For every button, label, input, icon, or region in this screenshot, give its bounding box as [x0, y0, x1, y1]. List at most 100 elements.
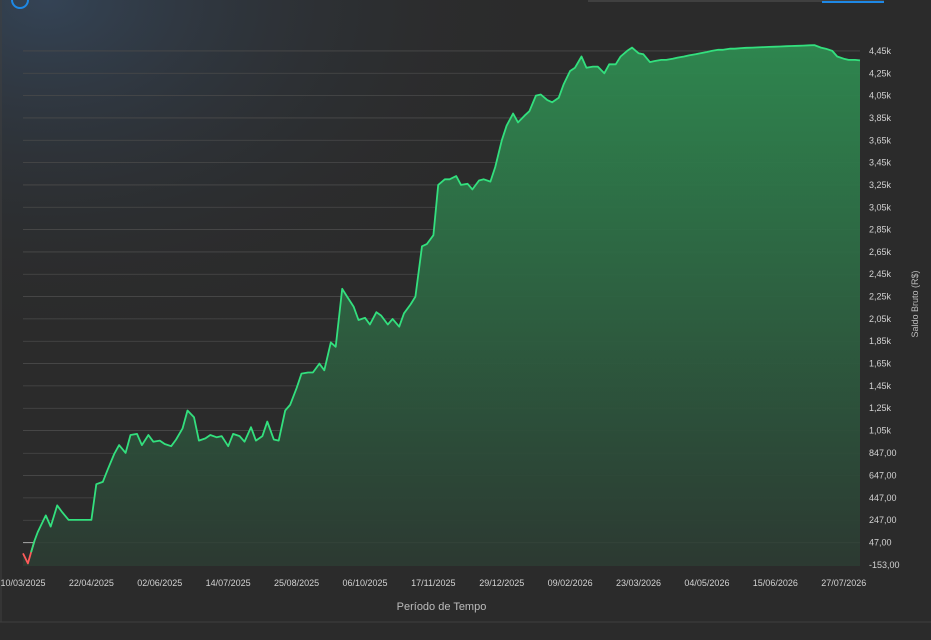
data-point [848, 59, 850, 61]
data-point [581, 56, 583, 58]
data-point [61, 511, 63, 513]
data-point [437, 184, 439, 186]
data-point [563, 84, 565, 86]
data-point [45, 515, 47, 517]
data-point [665, 59, 667, 61]
x-tick-label: 23/03/2026 [616, 578, 661, 588]
data-point [752, 47, 754, 49]
data-point [392, 318, 394, 320]
data-point [358, 319, 360, 321]
x-tick-label: 04/05/2026 [684, 578, 729, 588]
data-point [182, 428, 184, 430]
y-tick-label: 47,00 [869, 538, 892, 548]
data-point [695, 54, 697, 56]
data-point [84, 519, 86, 521]
data-point [239, 435, 241, 437]
data-point [814, 44, 816, 46]
data-point [551, 102, 553, 104]
data-point [615, 64, 617, 66]
data-point [34, 540, 36, 542]
y-tick-label: 647,00 [869, 471, 897, 481]
chart-panel: -153,00 47,00 247,00 447,00 647,00 847,00 1,05… [0, 0, 931, 640]
data-point [341, 288, 343, 290]
data-point [654, 60, 656, 62]
data-point [307, 372, 309, 374]
data-point [170, 445, 172, 447]
data-point [159, 440, 161, 442]
data-point [677, 57, 679, 59]
data-point [592, 66, 594, 68]
data-point [369, 324, 371, 326]
y-tick-label: 247,00 [869, 515, 897, 525]
y-tick-label: 4,25k [869, 68, 892, 78]
data-point [688, 55, 690, 57]
data-point [136, 433, 138, 435]
data-point [426, 243, 428, 245]
data-point [289, 404, 291, 406]
data-point [529, 110, 531, 112]
data-point [540, 94, 542, 96]
data-point [820, 47, 822, 49]
data-point [643, 54, 645, 56]
data-point [296, 387, 298, 389]
data-point [205, 438, 207, 440]
data-point [79, 519, 81, 521]
y-tick-label: 2,45k [869, 269, 892, 279]
data-point [113, 453, 115, 455]
data-point [324, 370, 326, 372]
data-point [330, 342, 332, 344]
data-point [164, 443, 166, 445]
data-point [335, 346, 337, 348]
data-point [547, 99, 549, 101]
x-tick-label: 10/03/2025 [0, 578, 45, 588]
data-point [148, 434, 150, 436]
data-point [706, 51, 708, 53]
data-point [312, 372, 314, 374]
x-tick-label: 29/12/2025 [479, 578, 524, 588]
data-point [638, 52, 640, 54]
x-tick-label: 06/10/2025 [342, 578, 387, 588]
y-tick-label: 1,05k [869, 426, 892, 436]
data-point [410, 304, 412, 306]
y-tick-label: 2,65k [869, 247, 892, 257]
data-point [433, 234, 435, 236]
x-tick-label: 09/02/2026 [548, 578, 593, 588]
data-point [620, 56, 622, 58]
data-point [779, 46, 781, 48]
data-point [558, 97, 560, 99]
data-point [649, 61, 651, 63]
x-tick-label: 14/07/2025 [206, 578, 251, 588]
data-point [30, 552, 32, 554]
data-point [512, 113, 514, 115]
data-point [809, 45, 811, 47]
data-point [843, 58, 845, 60]
data-point [175, 439, 177, 441]
data-point [768, 46, 770, 48]
data-point [483, 179, 485, 181]
y-tick-label: 3,25k [869, 180, 892, 190]
data-point [836, 56, 838, 58]
data-point [353, 306, 355, 308]
data-point [683, 56, 685, 58]
data-point [763, 46, 765, 48]
data-point [153, 441, 155, 443]
y-tick-label: 2,25k [869, 292, 892, 302]
data-point [193, 416, 195, 418]
data-point [802, 45, 804, 47]
data-point [740, 47, 742, 49]
data-point [68, 519, 70, 521]
data-point [672, 58, 674, 60]
y-tick-label: 3,65k [869, 135, 892, 145]
data-point [421, 246, 423, 248]
y-tick-label: 1,45k [869, 381, 892, 391]
y-tick-label: 447,00 [869, 493, 897, 503]
data-point [198, 440, 200, 442]
data-point [506, 125, 508, 127]
data-point [626, 50, 628, 52]
y-axis-title: Saldo Bruto (R$) [910, 270, 920, 337]
data-point [786, 45, 788, 47]
data-point [604, 73, 606, 75]
data-point [40, 525, 42, 527]
data-point [125, 452, 127, 454]
data-point [734, 48, 736, 50]
